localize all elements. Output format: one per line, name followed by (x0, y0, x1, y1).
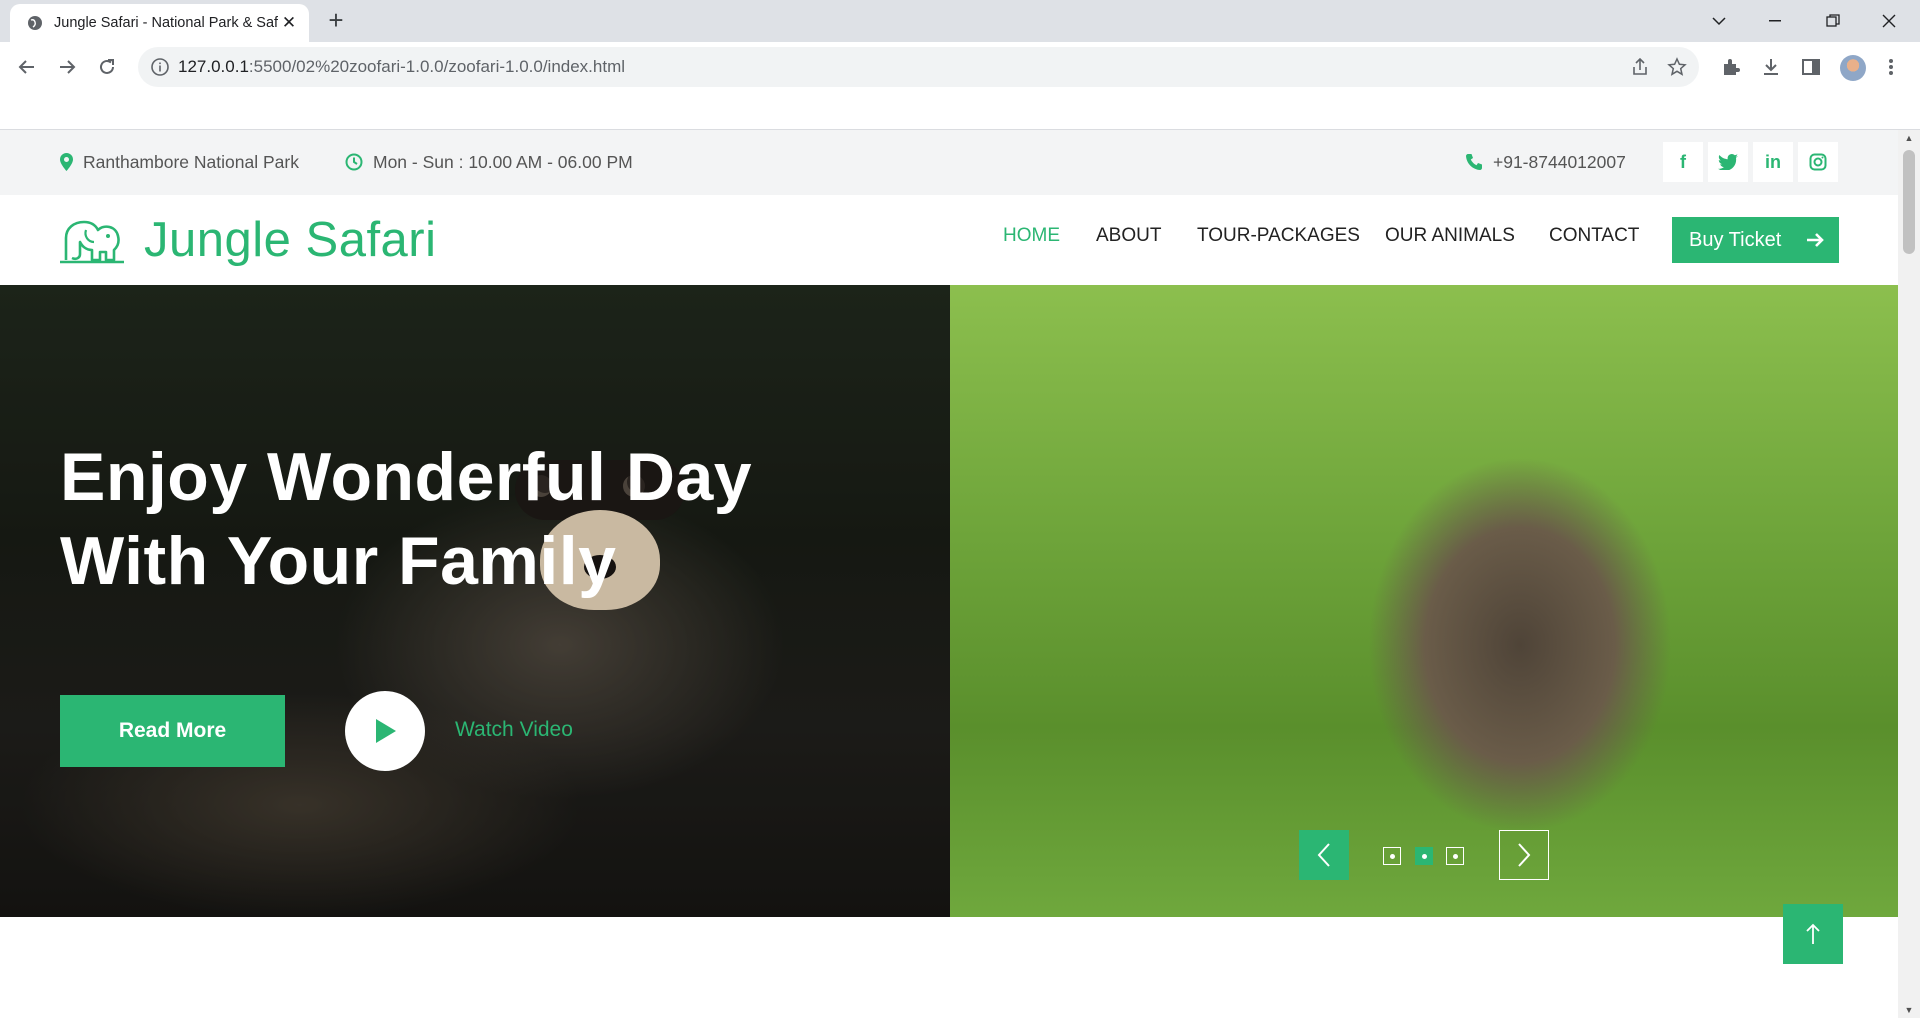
phone-text[interactable]: +91-8744012007 (1493, 152, 1626, 173)
main-navbar: Jungle Safari HOME ABOUT TOUR-PACKAGES O… (0, 195, 1898, 285)
page-scrollbar[interactable]: ▲ ▼ (1898, 130, 1920, 1018)
address-bar[interactable]: 127.0.0.1:5500/02%20zoofari-1.0.0/zoofar… (138, 47, 1699, 87)
extensions-icon[interactable] (1717, 53, 1745, 81)
globe-icon (28, 16, 42, 30)
facebook-glyph: f (1680, 151, 1686, 172)
twitter-icon[interactable] (1708, 142, 1748, 182)
back-to-top-button[interactable] (1783, 904, 1843, 964)
forward-button[interactable] (50, 50, 84, 84)
top-info-bar: Ranthambore National Park Mon - Sun : 10… (0, 130, 1898, 195)
chevron-right-icon (1518, 843, 1531, 867)
read-more-button[interactable]: Read More (60, 695, 285, 767)
linkedin-icon[interactable]: in (1753, 142, 1793, 182)
download-icon[interactable] (1757, 53, 1785, 81)
carousel-next-button[interactable] (1499, 830, 1549, 880)
url-text[interactable]: 127.0.0.1:5500/02%20zoofari-1.0.0/zoofar… (178, 57, 625, 77)
scroll-down-arrow-icon[interactable]: ▼ (1898, 1002, 1920, 1018)
phone-info[interactable]: +91-8744012007 (1465, 150, 1626, 174)
hours-info: Mon - Sun : 10.00 AM - 06.00 PM (345, 150, 633, 174)
bookmark-star-icon[interactable] (1665, 55, 1689, 79)
nav-link-home[interactable]: HOME (1003, 225, 1060, 247)
brand-logo-link[interactable]: Jungle Safari (60, 212, 437, 268)
clock-icon (345, 153, 363, 171)
nav-link-contact[interactable]: CONTACT (1549, 225, 1639, 247)
location-info: Ranthambore National Park (60, 150, 299, 174)
watch-video-link[interactable]: Watch Video (455, 718, 573, 742)
tab-title: Jungle Safari - National Park & Safari (54, 15, 278, 31)
browser-tab-bar: Jungle Safari - National Park & Safari ✕… (0, 0, 1920, 42)
back-button[interactable] (10, 50, 44, 84)
close-window-button[interactable] (1862, 0, 1916, 42)
carousel-prev-button[interactable] (1299, 830, 1349, 880)
new-tab-button[interactable]: + (322, 6, 350, 34)
arrow-up-icon (1806, 923, 1820, 944)
carousel-dot-2[interactable] (1415, 847, 1433, 865)
minimize-button[interactable] (1748, 0, 1802, 42)
raccoon-slide-image (950, 285, 1898, 917)
arrow-right-icon (1807, 233, 1824, 247)
carousel-dot-1[interactable] (1383, 847, 1401, 865)
hours-text: Mon - Sun : 10.00 AM - 06.00 PM (373, 151, 633, 172)
restore-button[interactable] (1806, 0, 1860, 42)
map-marker-icon (60, 153, 73, 171)
share-icon[interactable] (1628, 55, 1652, 79)
brand-name[interactable]: Jungle Safari (144, 212, 437, 268)
facebook-icon[interactable]: f (1663, 142, 1703, 182)
carousel-dot-3[interactable] (1446, 847, 1464, 865)
hero-title-line2: With Your Family (60, 523, 617, 599)
nav-link-about[interactable]: ABOUT (1096, 225, 1161, 247)
browser-toolbar: 127.0.0.1:5500/02%20zoofari-1.0.0/zoofar… (0, 42, 1920, 130)
play-video-button[interactable] (345, 691, 425, 771)
web-page: Ranthambore National Park Mon - Sun : 10… (0, 130, 1898, 1018)
nav-link-our-animals[interactable]: OUR ANIMALS (1385, 225, 1515, 247)
reload-button[interactable] (90, 50, 124, 84)
linkedin-glyph: in (1765, 151, 1781, 172)
phone-icon (1466, 154, 1482, 170)
close-tab-icon[interactable]: ✕ (279, 13, 299, 33)
profile-avatar[interactable] (1840, 55, 1866, 81)
hero-carousel: Enjoy Wonderful Day With Your Family Rea… (0, 285, 1898, 917)
hero-title: Enjoy Wonderful Day With Your Family (60, 435, 920, 603)
hero-title-line1: Enjoy Wonderful Day (60, 439, 753, 515)
buy-ticket-label: Buy Ticket (1689, 228, 1782, 251)
site-info-icon[interactable] (150, 57, 170, 77)
side-panel-icon[interactable] (1797, 53, 1825, 81)
play-icon (376, 719, 396, 743)
menu-kebab-icon[interactable] (1877, 53, 1905, 81)
elephant-logo-icon (60, 220, 124, 264)
instagram-icon[interactable] (1798, 142, 1838, 182)
nav-link-tour-packages[interactable]: TOUR-PACKAGES (1197, 225, 1360, 247)
location-text: Ranthambore National Park (83, 151, 299, 172)
scroll-up-arrow-icon[interactable]: ▲ (1898, 130, 1920, 146)
buy-ticket-button[interactable]: Buy Ticket (1672, 217, 1839, 263)
chevron-left-icon (1317, 843, 1330, 867)
tab-search-icon[interactable] (1692, 0, 1746, 42)
browser-tab[interactable]: Jungle Safari - National Park & Safari ✕ (10, 4, 309, 42)
scrollbar-thumb[interactable] (1903, 150, 1915, 254)
